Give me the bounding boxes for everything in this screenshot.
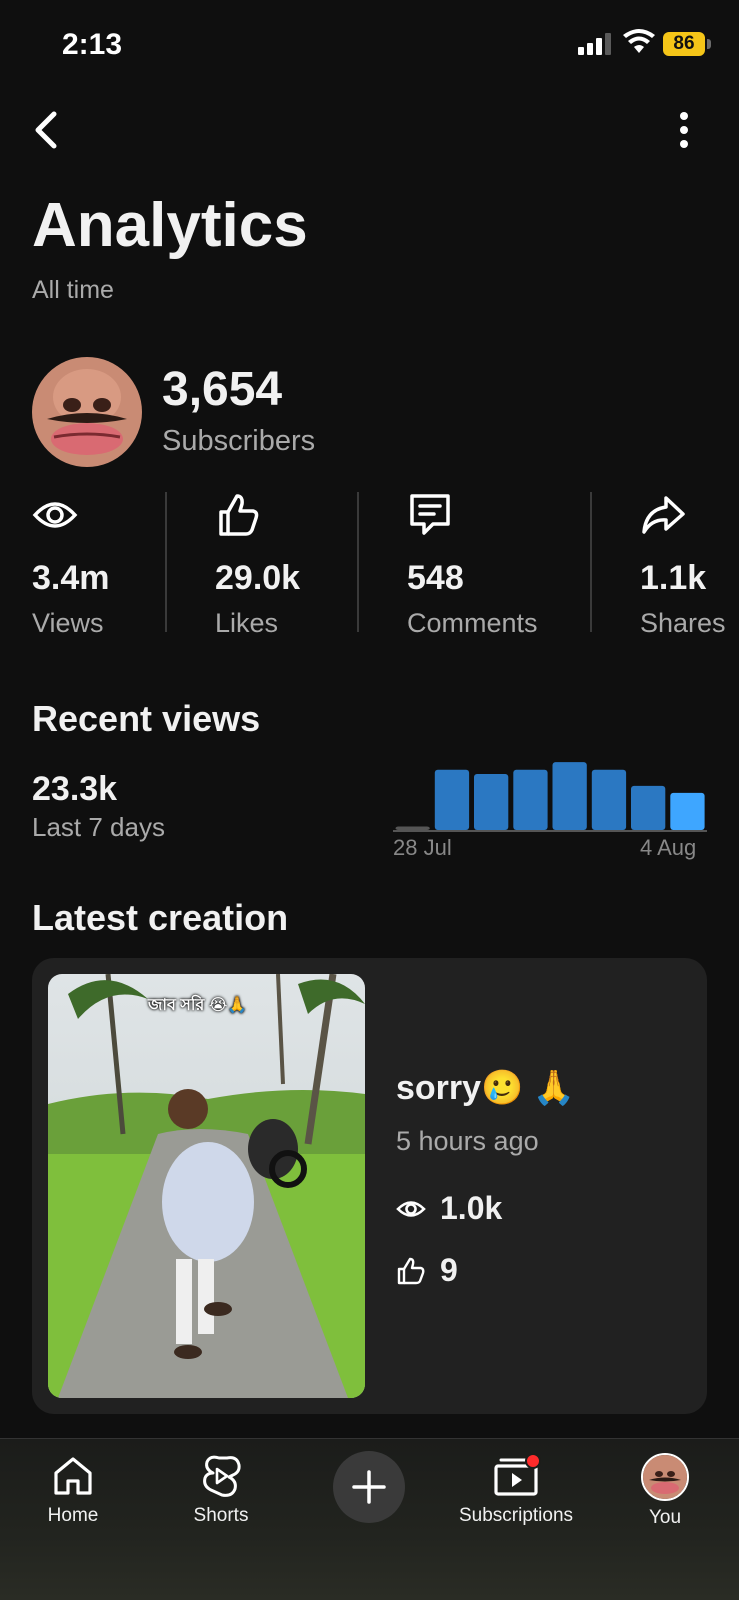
cellular-signal-icon xyxy=(578,33,611,55)
notification-dot xyxy=(525,1453,541,1469)
comments-value: 548 xyxy=(407,559,464,597)
chart-axis-start: 28 Jul xyxy=(393,835,452,860)
nav-subscriptions[interactable]: Subscriptions xyxy=(446,1453,586,1527)
latest-creation-card[interactable]: জাব সরি 😭🙏 sorry🥲 🙏 5 hours ago 1.0k 9 xyxy=(32,958,707,1414)
subscriptions-icon-wrap xyxy=(493,1453,541,1499)
channel-avatar xyxy=(32,357,142,467)
nav-subscriptions-label: Subscriptions xyxy=(458,1505,574,1526)
recent-views-chart[interactable] xyxy=(393,760,707,832)
likes-label: Likes xyxy=(215,608,279,638)
comments-stat: 548 Comments xyxy=(407,490,538,639)
battery-icon: 86 xyxy=(663,32,705,56)
chart-bar xyxy=(670,792,705,830)
date-range-label[interactable]: All time xyxy=(32,276,114,305)
video-title[interactable]: sorry🥲 🙏 xyxy=(396,1068,575,1108)
recent-views-title: Recent views xyxy=(32,698,261,739)
likes-value: 29.0k xyxy=(215,559,301,597)
chart-axis-end: 4 Aug xyxy=(640,835,697,860)
latest-creation-title: Latest creation xyxy=(32,897,289,938)
shares-value: 1.1k xyxy=(640,559,707,597)
views-stat: 3.4m Views xyxy=(32,490,110,639)
chart-bar xyxy=(395,826,430,830)
comment-icon xyxy=(410,494,450,535)
chart-bar xyxy=(434,769,470,830)
nav-you[interactable]: You xyxy=(595,1453,735,1529)
views-label: Views xyxy=(32,608,104,638)
chart-bar xyxy=(631,785,666,830)
back-arrow-icon[interactable] xyxy=(28,106,68,154)
wifi-icon xyxy=(623,29,655,53)
shares-stat: 1.1k Shares xyxy=(640,490,726,639)
subscriber-count: 3,654 xyxy=(162,363,283,416)
stat-divider xyxy=(590,492,592,632)
chart-bar xyxy=(552,762,587,830)
status-bar: 2:13 86 xyxy=(0,0,739,90)
likes-stat: 29.0k Likes xyxy=(215,490,300,639)
eye-icon xyxy=(32,502,78,528)
bottom-nav: Home Shorts Subscriptions You xyxy=(0,1438,739,1600)
plus-icon xyxy=(352,1470,386,1504)
user-avatar xyxy=(641,1453,689,1501)
comments-label: Comments xyxy=(407,608,538,638)
video-likes: 9 xyxy=(396,1252,458,1289)
recent-views-value: 23.3k xyxy=(32,770,118,808)
chart-bar xyxy=(513,769,548,830)
nav-shorts-label: Shorts xyxy=(193,1505,249,1526)
page-title: Analytics xyxy=(32,191,308,260)
chart-bar xyxy=(591,769,627,830)
home-icon xyxy=(54,1457,92,1495)
nav-shorts[interactable]: Shorts xyxy=(151,1453,291,1527)
create-button[interactable] xyxy=(333,1451,405,1523)
nav-home[interactable]: Home xyxy=(3,1453,143,1527)
video-views-value: 1.0k xyxy=(440,1190,503,1226)
battery-tip xyxy=(707,39,711,49)
thumbnail-caption: জাব সরি 😭🙏 xyxy=(148,997,248,1014)
thumbs-up-icon xyxy=(219,494,259,536)
chart-bar xyxy=(474,774,509,830)
more-options-icon[interactable] xyxy=(666,110,702,150)
video-posted-time: 5 hours ago xyxy=(396,1126,539,1156)
status-time: 2:13 xyxy=(62,28,123,61)
views-value: 3.4m xyxy=(32,559,110,597)
subscriber-label: Subscribers xyxy=(162,425,316,457)
video-likes-value: 9 xyxy=(440,1252,458,1288)
nav-you-label: You xyxy=(648,1507,682,1528)
shares-label: Shares xyxy=(640,608,726,638)
eye-icon xyxy=(396,1200,426,1217)
video-views: 1.0k xyxy=(396,1190,502,1227)
recent-views-period: Last 7 days xyxy=(32,812,165,842)
nav-home-label: Home xyxy=(47,1505,99,1526)
video-thumbnail[interactable]: জাব সরি 😭🙏 xyxy=(48,974,365,1398)
thumbs-up-icon xyxy=(397,1257,425,1284)
stat-divider xyxy=(165,492,167,632)
share-icon xyxy=(642,496,685,534)
stat-divider xyxy=(357,492,359,632)
shorts-icon xyxy=(203,1455,241,1497)
